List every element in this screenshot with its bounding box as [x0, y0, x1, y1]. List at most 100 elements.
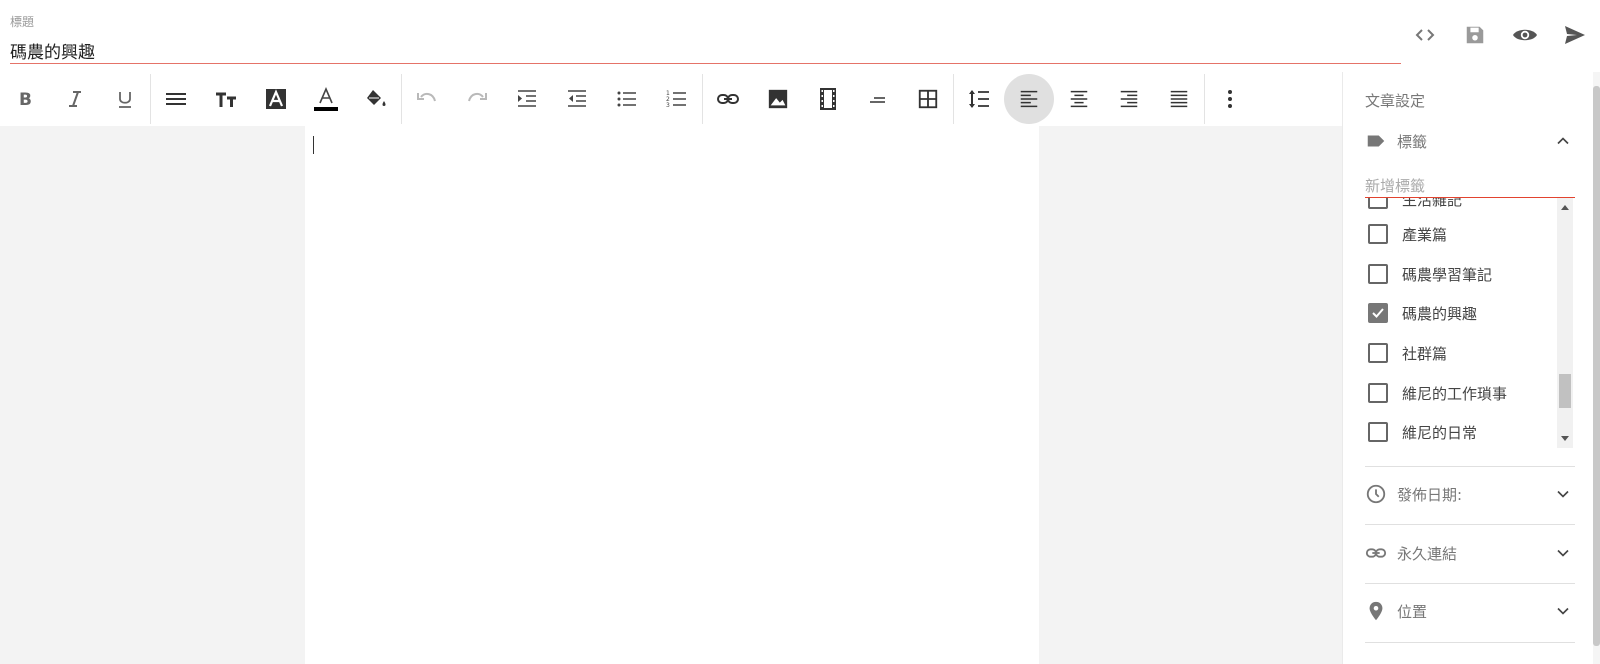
- underline-icon: [119, 92, 131, 108]
- publish-date-section-header[interactable]: 發佈日期:: [1365, 479, 1575, 509]
- scroll-thumb[interactable]: [1559, 374, 1571, 408]
- text-style-button[interactable]: [251, 74, 301, 124]
- publish-send-icon: [1565, 26, 1585, 44]
- label-tag-icon: [1367, 135, 1385, 147]
- bold-button[interactable]: B: [0, 74, 50, 124]
- bullet-list-button[interactable]: [602, 74, 652, 124]
- image-button[interactable]: [753, 74, 803, 124]
- panel-title: 文章設定: [1365, 92, 1426, 110]
- formatting-toolbar: B 123: [0, 72, 1342, 126]
- font-size-button[interactable]: [201, 74, 251, 124]
- publish-button[interactable]: [1550, 18, 1600, 52]
- tag-label: 維尼的工作瑣事: [1402, 384, 1508, 403]
- editor-content-area[interactable]: [305, 126, 1039, 664]
- paragraph-icon: [166, 93, 186, 105]
- line-height-button[interactable]: [954, 74, 1004, 124]
- align-center-button[interactable]: [1054, 74, 1104, 124]
- preview-icon: [1513, 29, 1537, 41]
- section-divider: [1365, 524, 1575, 525]
- svg-text:B: B: [19, 90, 32, 109]
- location-pin-icon: [1369, 601, 1383, 621]
- tag-label: 碼農的興趣: [1402, 304, 1478, 323]
- text-color-button[interactable]: [301, 74, 351, 124]
- image-icon: [768, 89, 788, 109]
- italic-icon: [69, 91, 81, 107]
- permalink-section-header[interactable]: 永久連結: [1365, 538, 1575, 568]
- tag-list: 生活雜記 產業篇 碼農學習筆記 碼農的興趣 社群篇 維尼的工作瑣事 維尼的日常: [1365, 198, 1575, 518]
- paragraph-button[interactable]: [151, 74, 201, 124]
- chevron-down-icon: [1551, 599, 1575, 623]
- section-divider: [1365, 583, 1575, 584]
- video-button[interactable]: [803, 74, 853, 124]
- location-label: 位置: [1397, 602, 1428, 621]
- chevron-down-icon: [1551, 482, 1575, 506]
- tag-item[interactable]: 產業篇: [1365, 219, 1555, 249]
- more-vert-icon: [1228, 90, 1232, 108]
- tag-checkbox[interactable]: [1368, 383, 1388, 403]
- editor-app: 標題 B 123: [0, 0, 1600, 664]
- tag-checkbox[interactable]: [1368, 198, 1388, 209]
- save-button[interactable]: [1450, 18, 1500, 52]
- preview-button[interactable]: [1500, 18, 1550, 52]
- align-right-button[interactable]: [1104, 74, 1154, 124]
- align-left-button[interactable]: [1004, 74, 1054, 124]
- code-view-button[interactable]: [1400, 18, 1450, 52]
- permalink-label: 永久連結: [1397, 544, 1458, 563]
- tag-checkbox[interactable]: [1368, 343, 1388, 363]
- location-section-header[interactable]: 位置: [1365, 596, 1575, 626]
- table-button[interactable]: [903, 74, 953, 124]
- fill-color-button[interactable]: [351, 74, 401, 124]
- top-actions: [1400, 18, 1600, 52]
- tag-checkbox[interactable]: [1368, 224, 1388, 244]
- outdent-button[interactable]: [552, 74, 602, 124]
- outdent-icon: [568, 90, 586, 107]
- horizontal-rule-icon: [870, 97, 885, 103]
- section-divider: [1365, 466, 1575, 467]
- more-options-button[interactable]: [1205, 74, 1255, 124]
- tag-label: 維尼的日常: [1402, 423, 1478, 442]
- undo-icon: [417, 92, 436, 102]
- tag-item[interactable]: 維尼的日常: [1365, 417, 1555, 447]
- numbered-list-icon: 123: [666, 90, 686, 109]
- tag-label: 碼農學習筆記: [1402, 265, 1493, 284]
- text-color-icon: [314, 86, 338, 111]
- new-tag-input[interactable]: [1365, 174, 1575, 198]
- scroll-up-arrow-icon[interactable]: [1557, 200, 1573, 214]
- redo-icon: [468, 92, 487, 102]
- italic-button[interactable]: [50, 74, 100, 124]
- fill-color-icon: [367, 90, 386, 106]
- post-settings-panel: 文章設定 標籤 生活雜記 產業篇 碼農學習筆記: [1342, 72, 1600, 664]
- tag-checkbox[interactable]: [1368, 422, 1388, 442]
- scroll-down-arrow-icon[interactable]: [1557, 432, 1573, 446]
- chevron-down-icon: [1551, 541, 1575, 565]
- redo-button[interactable]: [452, 74, 502, 124]
- tag-item[interactable]: 碼農學習筆記: [1365, 259, 1555, 289]
- code-view-icon: [1415, 29, 1435, 41]
- underline-button[interactable]: [100, 74, 150, 124]
- align-justify-button[interactable]: [1154, 74, 1204, 124]
- tag-item[interactable]: 生活雜記: [1365, 198, 1555, 214]
- align-center-icon: [1070, 90, 1088, 108]
- link-button[interactable]: [703, 74, 753, 124]
- tag-label: 社群篇: [1402, 344, 1448, 363]
- tag-checkbox[interactable]: [1368, 264, 1388, 284]
- indent-button[interactable]: [502, 74, 552, 124]
- save-icon: [1466, 26, 1484, 44]
- tags-section-header[interactable]: 標籤: [1365, 126, 1575, 156]
- table-icon: [918, 89, 938, 109]
- page-scroll-thumb[interactable]: [1593, 86, 1600, 646]
- horizontal-rule-button[interactable]: [853, 74, 903, 124]
- numbered-list-button[interactable]: 123: [652, 74, 702, 124]
- line-height-icon: [969, 90, 989, 108]
- clock-icon: [1366, 484, 1386, 504]
- page-scrollbar[interactable]: [1593, 72, 1600, 664]
- tag-checkbox-checked[interactable]: [1368, 303, 1388, 323]
- tag-list-scrollbar[interactable]: [1557, 198, 1573, 448]
- tag-item[interactable]: 社群篇: [1365, 338, 1555, 368]
- tag-item[interactable]: 碼農的興趣: [1365, 298, 1555, 328]
- link-icon: [1365, 548, 1387, 558]
- undo-button[interactable]: [402, 74, 452, 124]
- tag-item[interactable]: 維尼的工作瑣事: [1365, 378, 1555, 408]
- title-input[interactable]: [10, 38, 1401, 64]
- text-style-icon: [266, 89, 286, 109]
